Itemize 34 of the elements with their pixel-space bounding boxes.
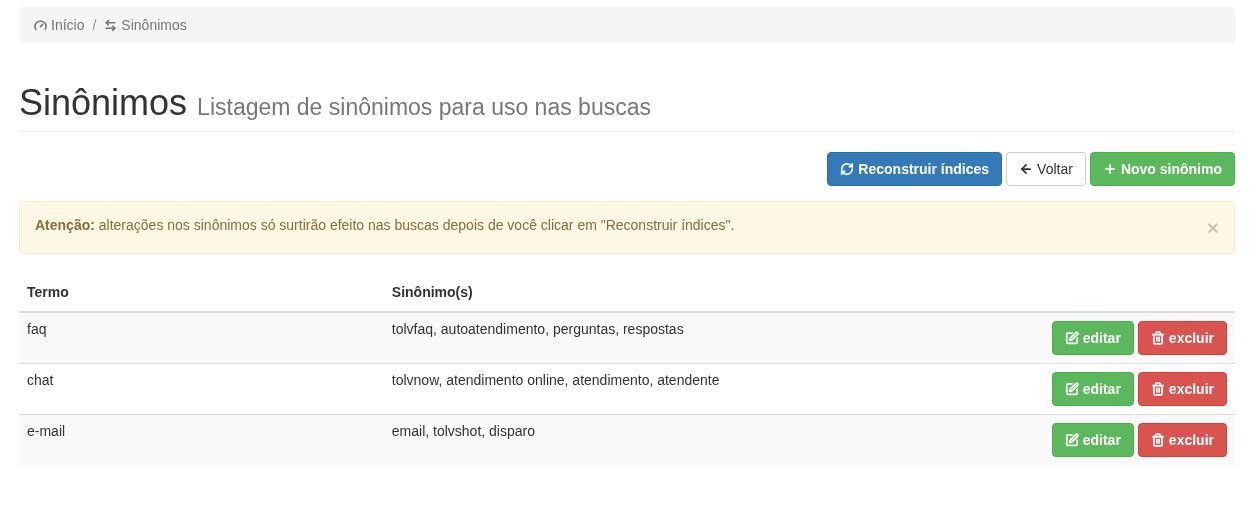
- swap-icon: [104, 18, 118, 32]
- toolbar-button[interactable]: Novo sinônimo: [1089, 151, 1235, 186]
- edit-button[interactable]: editar: [1051, 422, 1134, 457]
- page-subtitle: Listagem de sinônimos para uso nas buscas: [197, 94, 651, 121]
- column-header: Termo: [27, 284, 69, 301]
- edit-icon: [1064, 330, 1079, 345]
- plus-icon: [1102, 161, 1117, 176]
- toolbar-button[interactable]: Reconstruir índices: [827, 151, 1003, 186]
- delete-button[interactable]: excluir: [1137, 422, 1227, 457]
- toolbar-button[interactable]: Voltar: [1006, 151, 1086, 186]
- alert-text: Atenção: alterações nos sinônimos só surtirão efeito nas buscas depois de você clicar em "Reconstruir índices".: [35, 216, 735, 233]
- breadcrumb-separator: /: [91, 17, 98, 33]
- edit-icon: [1064, 381, 1079, 396]
- page-title: Sinônimos: [19, 83, 188, 123]
- table-cell: faq: [27, 320, 47, 337]
- table-cell: tolvfaq, autoatendimento, perguntas, respostas: [391, 320, 684, 337]
- trash-icon: [1150, 432, 1165, 447]
- refresh-icon: [840, 161, 855, 176]
- edit-button[interactable]: editar: [1051, 371, 1134, 406]
- table-cell: email, tolvshot, disparo: [391, 422, 535, 439]
- gauge-icon: [34, 18, 47, 32]
- edit-icon: [1064, 432, 1079, 447]
- edit-button[interactable]: editar: [1051, 320, 1134, 355]
- table-cell: chat: [27, 371, 54, 388]
- back-icon: [1019, 161, 1034, 176]
- breadcrumb-link[interactable]: Sinônimos: [104, 17, 187, 33]
- trash-icon: [1150, 330, 1165, 345]
- breadcrumb-link[interactable]: Início: [34, 17, 85, 33]
- delete-button[interactable]: excluir: [1137, 320, 1227, 355]
- table-cell: e-mail: [27, 422, 66, 439]
- table-cell: tolvnow, atendimento online, atendimento, atendente: [391, 371, 720, 388]
- trash-icon: [1150, 381, 1165, 396]
- column-header: Sinônimo(s): [391, 284, 473, 301]
- delete-button[interactable]: excluir: [1137, 371, 1227, 406]
